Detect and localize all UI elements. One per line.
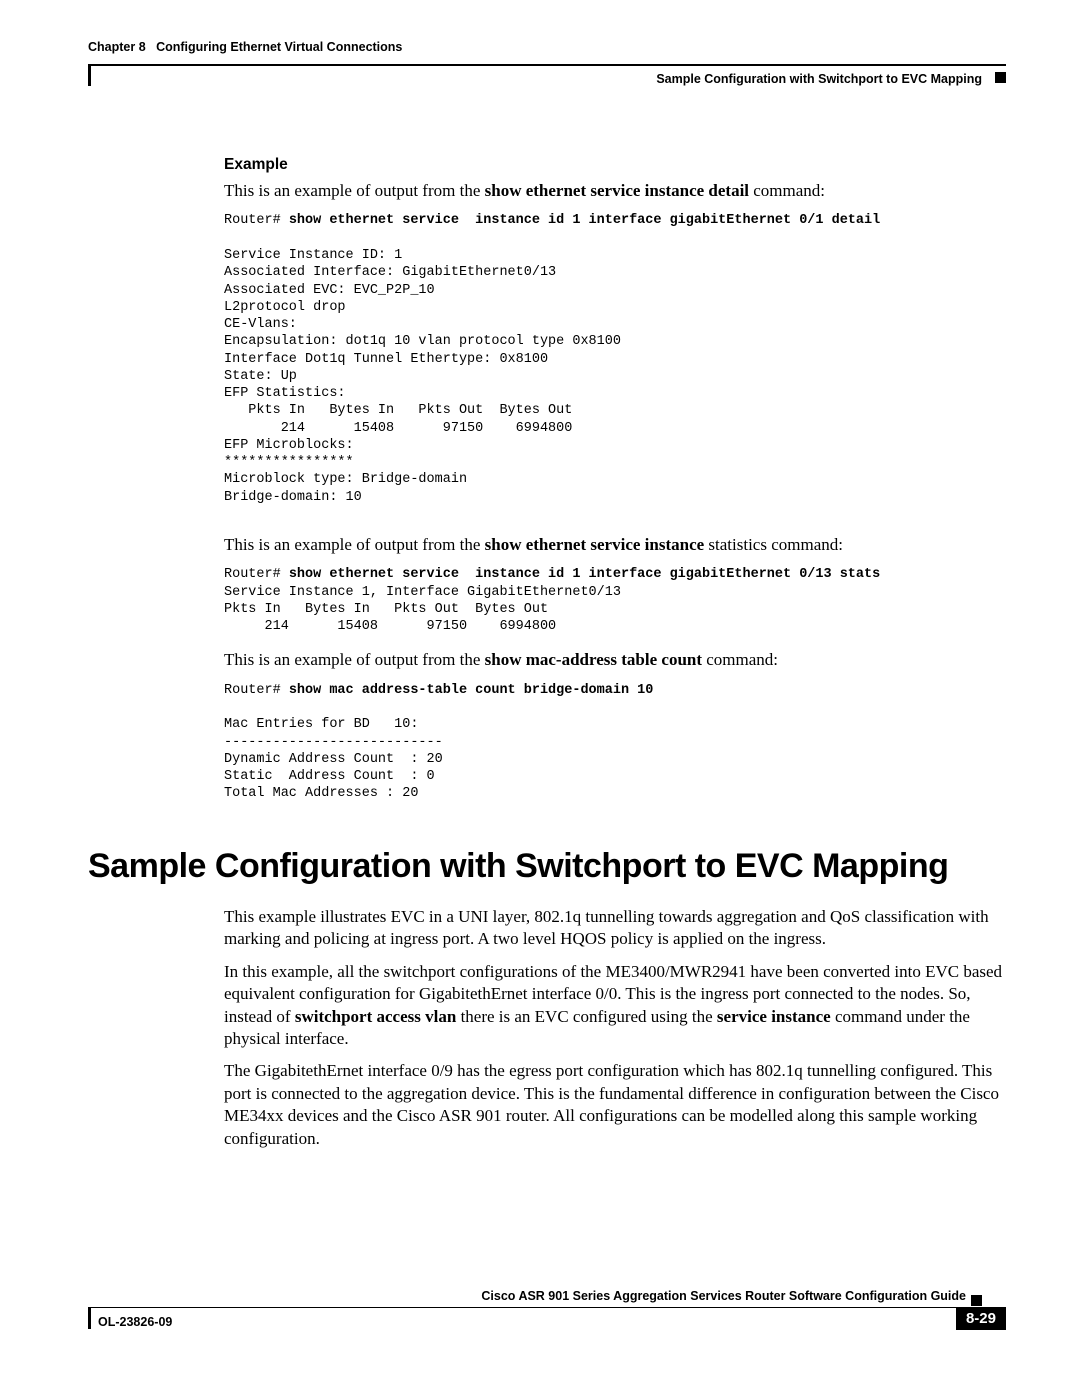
chapter-title: Configuring Ethernet Virtual Connections xyxy=(156,40,402,54)
code-block-1: Router# show ethernet service instance i… xyxy=(224,212,1006,506)
section-p1: This example illustrates EVC in a UNI la… xyxy=(224,906,1006,951)
footer-rule xyxy=(88,1307,1006,1308)
example-intro-1: This is an example of output from the sh… xyxy=(224,180,1006,202)
chapter-number: Chapter 8 xyxy=(88,40,146,54)
footer-left-bar xyxy=(88,1307,91,1329)
page-header: Chapter 8 Configuring Ethernet Virtual C… xyxy=(88,32,1006,82)
footer-doc-id: OL-23826-09 xyxy=(98,1315,172,1329)
footer-square-icon xyxy=(971,1295,982,1306)
section-p3: The GigabitethErnet interface 0/9 has th… xyxy=(224,1060,1006,1150)
code-block-2: Router# show ethernet service instance i… xyxy=(224,566,1006,635)
section-p2: In this example, all the switchport conf… xyxy=(224,961,1006,1051)
header-square-icon xyxy=(995,72,1006,83)
footer-book-title: Cisco ASR 901 Series Aggregation Service… xyxy=(481,1289,966,1303)
code-block-3: Router# show mac address-table count bri… xyxy=(224,682,1006,803)
header-chapter: Chapter 8 Configuring Ethernet Virtual C… xyxy=(88,40,402,54)
content-block: Example This is an example of output fro… xyxy=(224,156,1006,803)
header-section: Sample Configuration with Switchport to … xyxy=(656,72,982,86)
example-intro-2: This is an example of output from the sh… xyxy=(224,534,1006,556)
header-rule xyxy=(88,64,1006,66)
header-left-bar xyxy=(88,64,91,86)
example-heading: Example xyxy=(224,156,1006,174)
example-intro-3: This is an example of output from the sh… xyxy=(224,649,1006,671)
section-title: Sample Configuration with Switchport to … xyxy=(88,847,1006,886)
section-body: This example illustrates EVC in a UNI la… xyxy=(224,906,1006,1150)
footer-page-number: 8-29 xyxy=(956,1307,1006,1330)
page-footer: Cisco ASR 901 Series Aggregation Service… xyxy=(88,1307,1006,1347)
